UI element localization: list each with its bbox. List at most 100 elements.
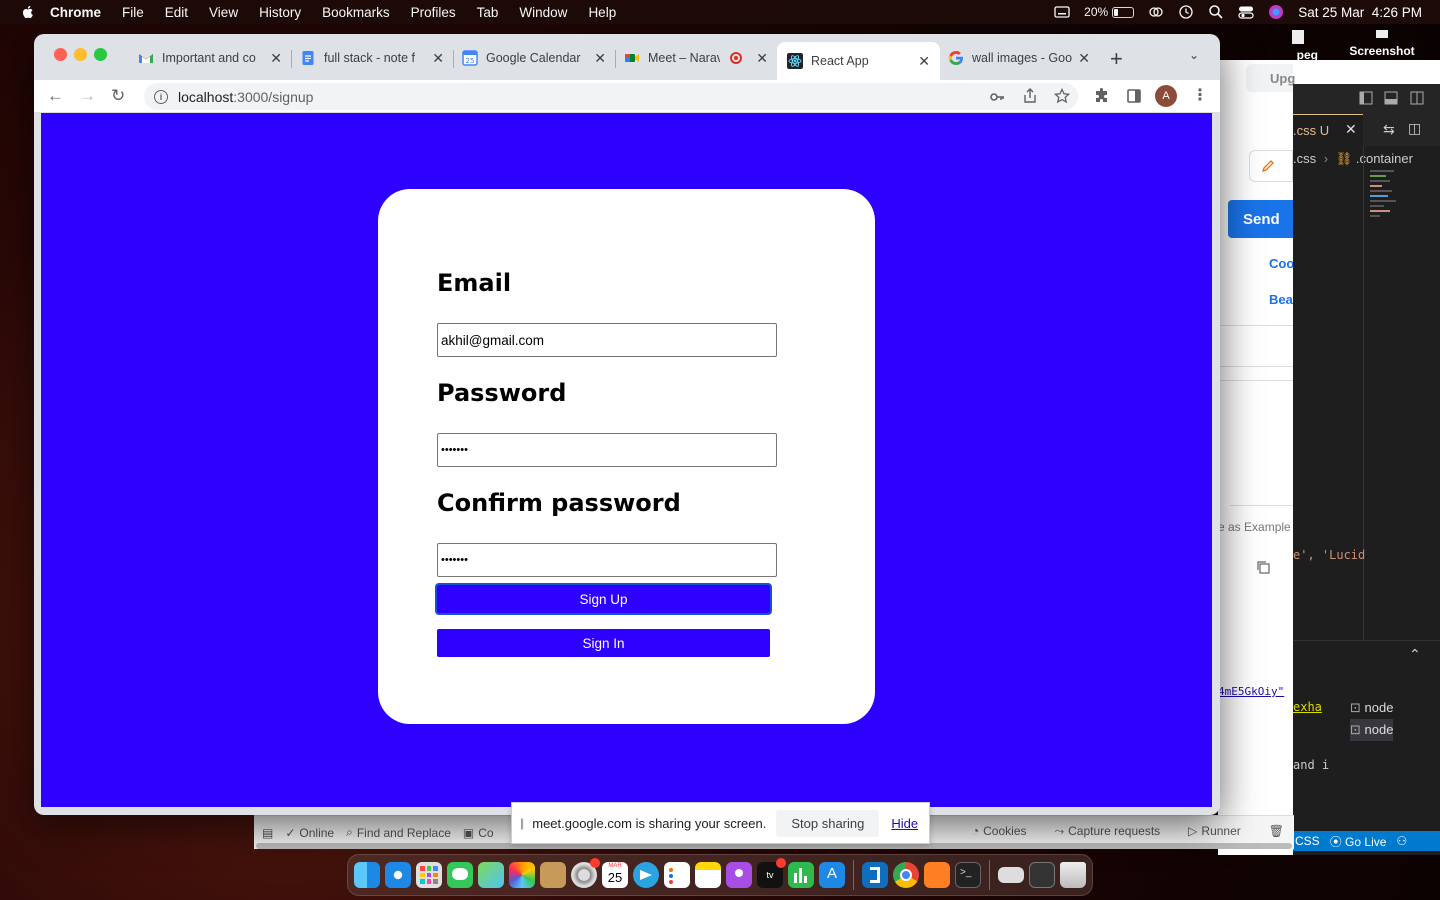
chevron-up-icon[interactable]: ⌃: [1409, 646, 1421, 663]
side-panel-icon[interactable]: [1126, 88, 1142, 104]
cookies-button[interactable]: ◔ Cookies: [972, 824, 1027, 838]
minimize-window-button[interactable]: [74, 48, 87, 61]
new-tab-button[interactable]: +: [1110, 46, 1123, 72]
settings-icon[interactable]: [571, 858, 600, 888]
numbers-icon[interactable]: [788, 862, 814, 888]
menu-edit[interactable]: Edit: [165, 5, 188, 20]
telegram-icon[interactable]: [633, 862, 659, 888]
tab-react-app[interactable]: React App ✕: [777, 42, 940, 80]
sidebar-toggle-icon[interactable]: ▤: [262, 826, 273, 840]
back-arrow-icon[interactable]: ←: [47, 86, 64, 106]
close-window-button[interactable]: [54, 48, 67, 61]
close-icon[interactable]: ✕: [918, 53, 930, 70]
console-button[interactable]: ▣ Co: [463, 826, 494, 840]
upgrade-button[interactable]: Upg: [1246, 64, 1295, 92]
link-coo[interactable]: Coo: [1269, 256, 1294, 271]
battery-indicator[interactable]: 20%: [1084, 5, 1135, 19]
confirm-password-field[interactable]: [437, 543, 777, 577]
drag-handle-icon[interactable]: ||: [520, 816, 524, 830]
tv-icon[interactable]: tv: [757, 858, 786, 888]
close-icon[interactable]: ✕: [270, 50, 282, 67]
split-editor-icon[interactable]: ◫: [1408, 120, 1421, 137]
tab-meet[interactable]: Meet – Narav ✕: [616, 44, 776, 72]
siri-icon[interactable]: [1268, 4, 1284, 20]
tab-gmail[interactable]: Important and co ✕: [130, 44, 290, 72]
terminal-item[interactable]: ⊡ node: [1350, 719, 1394, 741]
online-status[interactable]: ✓ Online: [285, 826, 334, 840]
keyboard-icon[interactable]: [998, 867, 1024, 883]
terminal-icon[interactable]: >_: [955, 862, 981, 888]
photos-icon[interactable]: [509, 862, 535, 888]
toggle-panel-icon[interactable]: [1384, 91, 1398, 105]
contacts-icon[interactable]: [540, 862, 566, 888]
keyboard-input-icon[interactable]: [1054, 4, 1070, 20]
hide-link[interactable]: Hide: [891, 816, 918, 831]
safari-icon[interactable]: [385, 862, 411, 888]
site-info-icon[interactable]: i: [154, 89, 168, 104]
forward-arrow-icon[interactable]: →: [79, 86, 96, 106]
key-icon[interactable]: [990, 90, 1005, 104]
appstore-icon[interactable]: A: [819, 862, 845, 888]
screen-icon[interactable]: [1029, 862, 1055, 888]
menu-app-name[interactable]: Chrome: [50, 5, 101, 20]
menu-bookmarks[interactable]: Bookmarks: [322, 5, 390, 20]
copy-icon[interactable]: [1256, 560, 1271, 575]
close-icon[interactable]: ✕: [756, 50, 768, 67]
tab-search-dropdown[interactable]: ⌄: [1189, 48, 1199, 62]
sign-in-button[interactable]: Sign In: [437, 629, 770, 657]
breadcrumb-file[interactable]: .css: [1293, 151, 1316, 166]
menu-help[interactable]: Help: [588, 5, 616, 20]
chrome-icon[interactable]: [893, 862, 919, 888]
control-center-icon[interactable]: [1238, 4, 1254, 20]
menu-window[interactable]: Window: [519, 5, 567, 20]
calendar-icon[interactable]: MAR 25: [602, 862, 628, 888]
status-golive[interactable]: ⦿ Go Live: [1330, 833, 1387, 850]
vscode-minimap[interactable]: [1370, 170, 1400, 270]
reminders-icon[interactable]: [664, 862, 690, 888]
trash-icon[interactable]: 🗑: [1269, 824, 1284, 838]
feedback-icon[interactable]: ⚇: [1396, 834, 1407, 848]
profile-avatar[interactable]: A: [1155, 85, 1177, 107]
close-icon[interactable]: ✕: [594, 50, 606, 67]
password-field[interactable]: [437, 433, 777, 467]
runner-button[interactable]: ▷ Runner: [1188, 824, 1241, 838]
sign-up-button[interactable]: Sign Up: [435, 583, 772, 615]
close-icon[interactable]: ✕: [1078, 50, 1090, 67]
maps-icon[interactable]: [478, 862, 504, 888]
compare-icon[interactable]: ⇆: [1383, 121, 1395, 138]
terminal-link[interactable]: 4mE5GkOiy": [1218, 685, 1284, 698]
more-options-icon[interactable]: ⋮: [1192, 85, 1208, 105]
find-replace-button[interactable]: ⌕ Find and Replace: [346, 825, 451, 840]
address-bar[interactable]: i localhost:3000/signup: [144, 83, 1078, 110]
reload-icon[interactable]: ↻: [111, 86, 125, 106]
podcasts-icon[interactable]: [726, 862, 752, 888]
spotlight-search-icon[interactable]: [1208, 4, 1224, 20]
breadcrumb-selector[interactable]: .container: [1356, 151, 1413, 166]
menu-tab[interactable]: Tab: [477, 5, 499, 20]
vscode-editor-tab[interactable]: .css U ✕: [1293, 114, 1363, 146]
capture-requests-button[interactable]: ⤳ Capture requests: [1055, 824, 1161, 839]
screen-mirroring-icon[interactable]: [1148, 4, 1164, 20]
sublime-icon[interactable]: [924, 862, 950, 888]
tab-calendar[interactable]: 25 Google Calendar ✕: [454, 44, 614, 72]
edit-button[interactable]: [1249, 150, 1293, 182]
extensions-icon[interactable]: [1094, 88, 1110, 104]
trash-icon[interactable]: [1060, 862, 1086, 888]
messages-icon[interactable]: [447, 862, 473, 888]
split-layout-icon[interactable]: [1410, 91, 1424, 105]
menu-profiles[interactable]: Profiles: [411, 5, 456, 20]
maximize-window-button[interactable]: [94, 48, 107, 61]
time-machine-icon[interactable]: [1178, 4, 1194, 20]
close-icon[interactable]: ✕: [432, 50, 444, 67]
notes-icon[interactable]: [695, 862, 721, 888]
close-icon[interactable]: ✕: [1345, 121, 1357, 138]
url-text[interactable]: localhost:3000/signup: [178, 89, 313, 105]
tab-google-search[interactable]: wall images - Goo ✕: [940, 44, 1098, 72]
status-language[interactable]: CSS: [1295, 834, 1320, 848]
menubar-datetime[interactable]: Sat 25 Mar 4:26 PM: [1298, 5, 1422, 20]
email-field[interactable]: [437, 323, 777, 357]
stop-sharing-button[interactable]: Stop sharing: [776, 809, 880, 837]
menu-file[interactable]: File: [122, 5, 144, 20]
share-icon[interactable]: [1023, 88, 1037, 104]
menu-history[interactable]: History: [259, 5, 301, 20]
